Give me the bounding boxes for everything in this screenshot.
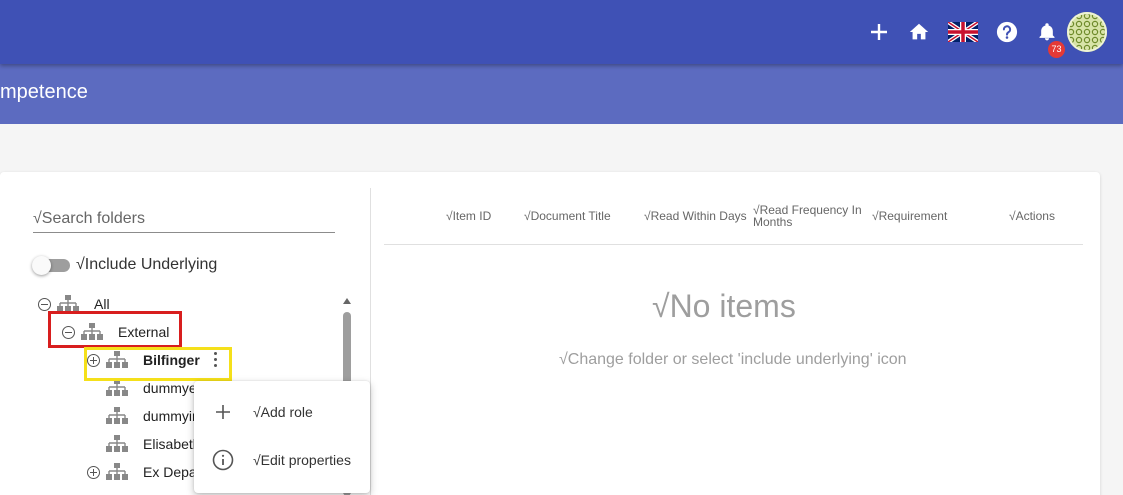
- search-folders-input[interactable]: [33, 205, 335, 233]
- menu-item-label: √Edit properties: [253, 452, 351, 468]
- tree-item-dummyir[interactable]: dummyir: [106, 404, 197, 428]
- top-toolbar: 73: [0, 0, 1123, 64]
- menu-item-edit-properties[interactable]: √Edit properties: [194, 436, 370, 484]
- info-icon: [212, 449, 234, 471]
- home-icon[interactable]: [907, 20, 931, 44]
- context-menu: √Add role √Edit properties: [194, 381, 370, 493]
- column-header-actions[interactable]: √Actions: [1009, 210, 1055, 222]
- help-icon[interactable]: [995, 20, 1019, 44]
- tree-item-label: Ex Depar: [143, 464, 202, 480]
- page-header: mpetence: [0, 64, 1123, 124]
- empty-state-title: √No items: [652, 288, 796, 324]
- org-chart-icon: [106, 434, 130, 454]
- tree-item-ex-depar[interactable]: Ex Depar: [87, 460, 201, 484]
- org-chart-icon: [106, 462, 130, 482]
- tree-item-label: Elisabeth: [143, 436, 201, 452]
- column-header-item-id[interactable]: √Item ID: [446, 210, 491, 222]
- notification-badge: 73: [1048, 41, 1065, 58]
- plus-icon: [212, 401, 234, 423]
- column-header-requirement[interactable]: √Requirement: [872, 210, 947, 222]
- empty-state-hint: √Change folder or select 'include underl…: [559, 351, 907, 368]
- highlight-box-red: [48, 311, 182, 348]
- page-title: mpetence: [0, 81, 88, 103]
- column-header-document-title[interactable]: √Document Title: [524, 210, 611, 222]
- org-chart-icon: [106, 378, 130, 398]
- menu-item-add-role[interactable]: √Add role: [194, 388, 370, 436]
- column-header-read-frequency[interactable]: √Read Frequency In Months: [753, 204, 868, 228]
- add-icon[interactable]: [867, 20, 891, 44]
- org-chart-icon: [106, 406, 130, 426]
- collapse-icon[interactable]: [38, 297, 51, 311]
- include-underlying-label: √Include Underlying: [76, 256, 218, 273]
- tree-item-label: dummyir: [143, 408, 197, 424]
- scroll-up-arrow-icon[interactable]: [343, 298, 351, 304]
- expand-icon[interactable]: [87, 465, 100, 479]
- uk-flag-icon[interactable]: [947, 20, 979, 44]
- panel-divider: [370, 188, 371, 495]
- tree-item-elisabeth[interactable]: Elisabeth: [106, 432, 201, 456]
- table-header-divider: [384, 244, 1083, 245]
- include-underlying-toggle[interactable]: [32, 256, 70, 275]
- column-header-read-within-days[interactable]: √Read Within Days: [644, 210, 747, 222]
- toggle-thumb: [32, 256, 51, 275]
- tree-item-label: All: [94, 296, 110, 312]
- highlight-box-yellow: [84, 347, 232, 381]
- menu-item-label: √Add role: [253, 404, 313, 420]
- tree-item-label: dummye: [143, 380, 197, 396]
- avatar[interactable]: [1067, 12, 1107, 52]
